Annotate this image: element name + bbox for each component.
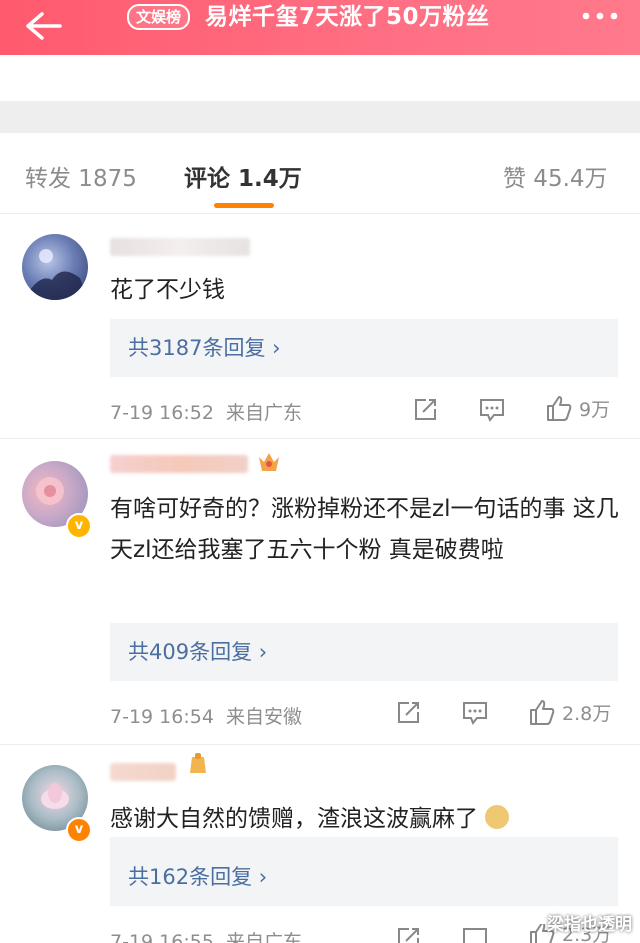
comment-time: 7-19 16:52 xyxy=(110,402,214,424)
verified-badge-icon: v xyxy=(66,817,92,843)
reply-count-link[interactable]: 共162条回复 › xyxy=(128,848,267,906)
page-title: 易烊千玺7天涨了50万粉丝 xyxy=(205,4,490,30)
username-blurred[interactable] xyxy=(110,455,248,473)
share-icon[interactable] xyxy=(412,397,438,423)
verified-badge-icon: v xyxy=(66,513,92,539)
sheet-top xyxy=(0,55,640,101)
username-blurred[interactable] xyxy=(110,238,250,256)
topic-badge: 文娱榜 xyxy=(127,4,191,30)
active-tab-indicator xyxy=(214,203,274,208)
comment-meta: 7-19 16:55 来自广东 xyxy=(110,927,302,943)
like-button[interactable]: 2.8万 xyxy=(528,698,611,726)
comment-time: 7-19 16:55 xyxy=(110,931,214,943)
comment-location: 来自广东 xyxy=(225,931,302,943)
comment-icon[interactable] xyxy=(462,927,488,943)
reply-count-link[interactable]: 共3187条回复 › xyxy=(128,319,281,377)
comment-meta: 7-19 16:54 来自安徽 xyxy=(110,702,302,729)
doge-emoji-icon xyxy=(485,805,510,829)
tab-reposts[interactable]: 转发 1875 xyxy=(25,159,137,193)
back-arrow-icon[interactable] xyxy=(22,10,62,42)
comment-location: 来自安徽 xyxy=(225,706,302,728)
thumbs-up-icon xyxy=(530,700,555,725)
username-blurred[interactable] xyxy=(110,763,176,781)
avatar[interactable] xyxy=(22,234,88,300)
comment-text: 花了不少钱 xyxy=(110,277,225,303)
comment-text: 有啥可好奇的？涨粉掉粉还不是zl一句话的事 这几天zl还给我塞了五六十个粉 真是… xyxy=(110,496,619,563)
top-header: 文娱榜 易烊千玺7天涨了50万粉丝 xyxy=(0,0,640,55)
avatar-tree-image xyxy=(22,249,88,300)
comment-time: 7-19 16:54 xyxy=(110,706,214,728)
comment-icon[interactable] xyxy=(479,398,505,422)
thumbs-up-icon xyxy=(547,396,572,421)
like-count: 2.8万 xyxy=(562,702,612,725)
like-count: 9万 xyxy=(579,398,611,421)
fan-badge-icon xyxy=(190,753,206,773)
share-icon[interactable] xyxy=(395,700,421,726)
tab-comments[interactable]: 评论 1.4万 xyxy=(184,159,302,193)
reply-box[interactable]: 共3187条回复 › xyxy=(110,319,618,377)
watermark: 梁指也透明 xyxy=(547,915,632,935)
like-button[interactable]: 9万 xyxy=(545,394,610,422)
section-gap xyxy=(0,101,640,133)
more-dots-icon[interactable] xyxy=(580,8,620,28)
comment-icon[interactable] xyxy=(462,701,488,725)
share-icon[interactable] xyxy=(395,926,421,943)
comment-location: 来自广东 xyxy=(225,402,302,424)
divider xyxy=(0,744,640,745)
comment-meta: 7-19 16:52 来自广东 xyxy=(110,398,302,425)
reply-count-link[interactable]: 共409条回复 › xyxy=(128,623,267,681)
reply-box[interactable]: 共409条回复 › xyxy=(110,623,618,681)
comment-list: 花了不少钱 共3187条回复 › 7-19 16:52 来自广东 9万 v 有啥… xyxy=(0,214,640,943)
reply-box[interactable]: 共162条回复 › xyxy=(110,848,618,906)
divider xyxy=(0,438,640,439)
tab-likes[interactable]: 赞 45.4万 xyxy=(503,159,608,193)
fan-badge-icon xyxy=(259,453,279,471)
comment-text: 感谢大自然的馈赠，渣浪这波赢麻了 xyxy=(110,799,620,840)
tab-bar: 转发 1875 评论 1.4万 赞 45.4万 xyxy=(0,133,640,214)
